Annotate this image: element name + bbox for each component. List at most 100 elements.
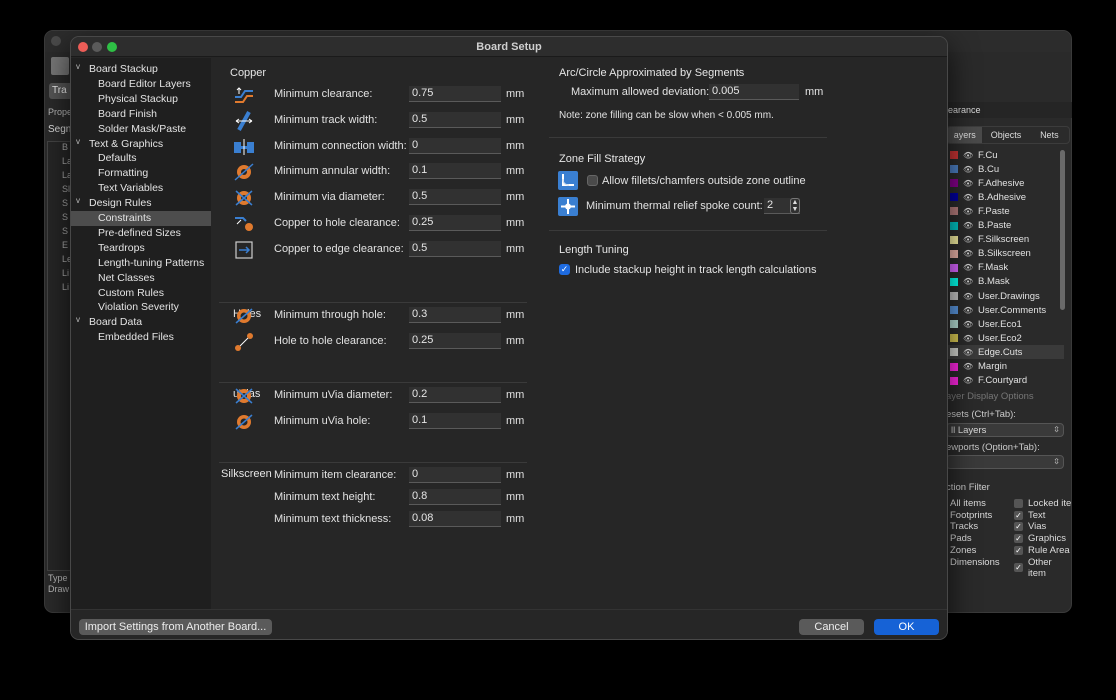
value-input[interactable]: 0.1 <box>409 163 501 180</box>
eye-icon[interactable]: 👁 <box>963 292 973 301</box>
layer-color-swatch[interactable] <box>950 235 958 244</box>
selection-filter-item[interactable]: Tracks <box>950 521 978 532</box>
eye-icon[interactable]: 👁 <box>963 193 973 202</box>
save-icon[interactable] <box>51 57 69 75</box>
layer-color-swatch[interactable] <box>950 179 958 188</box>
value-input[interactable]: 0.5 <box>409 240 501 257</box>
layer-row[interactable]: 👁 B.Adhesive <box>946 190 1064 204</box>
spoke-count-input[interactable]: 2 ▲ ▼ <box>764 198 800 214</box>
eye-icon[interactable]: 👁 <box>963 249 973 258</box>
filter-checkbox[interactable]: ✓ <box>1014 545 1023 555</box>
tree-item-text-graphics[interactable]: Text & Graphics <box>89 137 163 152</box>
ok-button[interactable]: OK <box>874 619 939 635</box>
chevron-down-icon[interactable]: v <box>76 62 80 71</box>
tree-item-physical-stackup[interactable]: Physical Stackup <box>98 92 178 107</box>
layer-color-swatch[interactable] <box>950 151 958 159</box>
eye-icon[interactable]: 👁 <box>963 235 973 244</box>
layer-row[interactable]: 👁 B.Paste <box>946 219 1064 233</box>
tree-item-constraints[interactable]: Constraints <box>71 211 211 226</box>
filter-checkbox[interactable]: ✓ <box>1014 534 1023 544</box>
layer-row[interactable]: 👁 User.Eco2 <box>946 331 1064 345</box>
layer-color-swatch[interactable] <box>950 277 958 286</box>
max-deviation-input[interactable]: 0.005 <box>709 84 799 100</box>
value-input[interactable]: 0 <box>409 137 501 154</box>
layer-row[interactable]: 👁 User.Drawings <box>946 289 1064 303</box>
layer-row[interactable]: 👁 B.Cu <box>946 162 1064 176</box>
filter-checkbox[interactable] <box>1014 499 1023 508</box>
value-input[interactable]: 0.2 <box>409 387 501 403</box>
tree-item-custom-rules[interactable]: Custom Rules <box>98 286 164 301</box>
tree-item-embedded-files[interactable]: Embedded Files <box>98 330 174 345</box>
value-input[interactable]: 0.08 <box>409 511 501 527</box>
value-input[interactable]: 0.25 <box>409 215 501 231</box>
tree-item-net-classes[interactable]: Net Classes <box>98 271 155 286</box>
layer-row[interactable]: 👁 F.Adhesive <box>946 176 1064 190</box>
eye-icon[interactable]: 👁 <box>963 334 973 343</box>
layer-row[interactable]: 👁 F.Silkscreen <box>946 233 1064 247</box>
layer-row[interactable]: 👁 B.Mask <box>946 275 1064 289</box>
chevron-down-icon[interactable]: v <box>76 196 80 205</box>
tree-item-defaults[interactable]: Defaults <box>98 151 137 166</box>
selection-filter-item[interactable]: All items <box>950 498 986 509</box>
eye-icon[interactable]: 👁 <box>963 221 973 230</box>
layer-color-swatch[interactable] <box>950 320 958 329</box>
tree-item-board-finish[interactable]: Board Finish <box>98 107 157 122</box>
import-settings-button[interactable]: Import Settings from Another Board... <box>79 619 272 635</box>
layer-color-swatch[interactable] <box>950 292 958 300</box>
eye-icon[interactable]: 👁 <box>963 179 973 188</box>
chevron-down-icon[interactable]: v <box>76 315 80 324</box>
value-input[interactable]: 0.5 <box>409 111 501 128</box>
value-input[interactable]: 0.25 <box>409 333 501 349</box>
eye-icon[interactable]: 👁 <box>963 376 973 385</box>
layer-list-scrollbar[interactable] <box>1060 150 1065 310</box>
tree-item-board-stackup[interactable]: Board Stackup <box>89 62 158 77</box>
eye-icon[interactable]: 👁 <box>963 207 973 216</box>
layer-color-swatch[interactable] <box>950 165 958 174</box>
cancel-button[interactable]: Cancel <box>799 619 864 635</box>
chevron-down-icon[interactable]: v <box>76 137 80 146</box>
value-input[interactable]: 0.3 <box>409 307 501 323</box>
tree-item-board-data[interactable]: Board Data <box>89 315 142 330</box>
layer-row[interactable]: 👁 F.Courtyard <box>946 374 1064 388</box>
eye-icon[interactable]: 👁 <box>963 277 973 286</box>
layer-row[interactable]: 👁 User.Eco1 <box>946 317 1064 331</box>
spin-stepper-icon[interactable]: ▲ ▼ <box>790 198 800 214</box>
tree-item-violation-severity[interactable]: Violation Severity <box>98 300 179 315</box>
tab-nets[interactable]: Nets <box>1030 127 1069 143</box>
layer-row[interactable]: 👁 Margin <box>946 360 1064 374</box>
eye-icon[interactable]: 👁 <box>963 362 973 371</box>
layer-row[interactable]: 👁 Edge.Cuts <box>946 345 1064 360</box>
selection-filter-item[interactable]: Dimensions <box>950 557 1000 568</box>
selection-filter-item[interactable]: ✓ Vias <box>1014 521 1046 532</box>
layer-color-swatch[interactable] <box>950 221 958 230</box>
layer-color-swatch[interactable] <box>950 263 958 272</box>
tree-item-design-rules[interactable]: Design Rules <box>89 196 151 211</box>
tab-layers[interactable]: ayers <box>947 127 983 143</box>
selection-filter-item[interactable]: Pads <box>950 533 972 544</box>
selection-filter-item[interactable]: Footprints <box>950 510 992 521</box>
eye-icon[interactable]: 👁 <box>963 306 973 315</box>
tree-item-solder-mask-paste[interactable]: Solder Mask/Paste <box>98 122 186 137</box>
layer-display-options[interactable]: ayer Display Options <box>946 391 1034 402</box>
tree-item-formatting[interactable]: Formatting <box>98 166 148 181</box>
layer-color-swatch[interactable] <box>950 362 958 371</box>
layer-row[interactable]: 👁 F.Cu <box>946 148 1064 162</box>
value-input[interactable]: 0.5 <box>409 189 501 206</box>
tab-objects[interactable]: Objects <box>982 127 1029 143</box>
filter-checkbox[interactable]: ✓ <box>1014 510 1023 520</box>
viewports-select[interactable]: ⇳ <box>946 455 1064 469</box>
eye-icon[interactable]: 👁 <box>963 165 973 174</box>
value-input[interactable]: 0.1 <box>409 413 501 429</box>
layer-color-swatch[interactable] <box>950 306 958 315</box>
layer-color-swatch[interactable] <box>950 207 958 216</box>
value-input[interactable]: 0.8 <box>409 489 501 505</box>
filter-checkbox[interactable]: ✓ <box>1014 563 1023 572</box>
value-input[interactable]: 0.75 <box>409 86 501 102</box>
layer-color-swatch[interactable] <box>950 334 958 343</box>
selection-filter-item[interactable]: ✓ Graphics <box>1014 533 1066 544</box>
selection-filter-item[interactable]: Locked ite <box>1014 498 1071 509</box>
layer-color-swatch[interactable] <box>950 193 958 202</box>
selection-filter-item[interactable]: ✓ Text <box>1014 510 1045 521</box>
selection-filter-item[interactable]: ✓ Other item <box>1014 557 1072 579</box>
tree-item-text-variables[interactable]: Text Variables <box>98 181 163 196</box>
